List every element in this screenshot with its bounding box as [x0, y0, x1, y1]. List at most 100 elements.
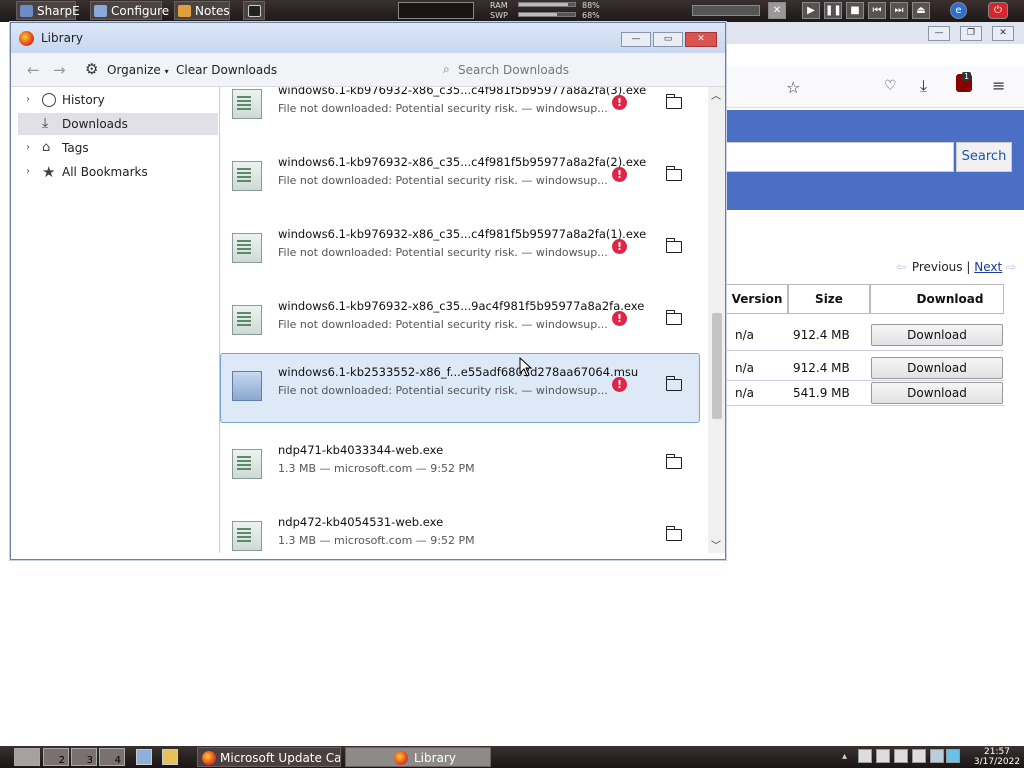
- clear-downloads-button[interactable]: Clear Downloads: [176, 63, 277, 77]
- security-warning-icon: !: [612, 239, 627, 254]
- clock-time: 21:57: [984, 747, 1010, 757]
- launcher-notes[interactable]: Notes: [174, 1, 230, 20]
- pager-next[interactable]: Next: [974, 260, 1002, 274]
- pager: ⇦ Previous | Next ⇨: [896, 260, 1018, 274]
- mouse-cursor-icon: [519, 357, 533, 377]
- network-icon[interactable]: [894, 749, 908, 763]
- sidebar-item-history[interactable]: › History: [18, 89, 218, 111]
- launcher-sharpe[interactable]: SharpE: [16, 1, 80, 20]
- row2-download-button[interactable]: Download: [871, 357, 1003, 379]
- security-tray-icon[interactable]: [946, 749, 960, 763]
- notes-tray-icon[interactable]: [876, 749, 890, 763]
- ram-meter-fill: [519, 3, 569, 6]
- sidebar-item-tags[interactable]: › ⌂ Tags: [18, 137, 218, 159]
- browser-launch-icon[interactable]: e: [950, 2, 967, 19]
- workspace-2[interactable]: 2: [43, 748, 69, 766]
- download-item[interactable]: windows6.1-kb976932-x86_c35...c4f981f5b9…: [220, 143, 700, 213]
- taskbar-window-library[interactable]: Library: [345, 747, 491, 767]
- update-icon[interactable]: [930, 749, 944, 763]
- pause-icon[interactable]: ❚❚: [824, 2, 842, 19]
- terminal-launcher[interactable]: [243, 1, 265, 20]
- folder-icon[interactable]: [665, 526, 682, 541]
- firefox-icon: [19, 31, 34, 46]
- folder-icon[interactable]: [665, 454, 682, 469]
- mute-icon[interactable]: ✕: [768, 2, 786, 19]
- catalog-search-input[interactable]: [726, 142, 954, 172]
- folder-icon[interactable]: [665, 94, 682, 109]
- power-icon[interactable]: ⏻: [988, 2, 1008, 19]
- workspace-1[interactable]: [14, 748, 40, 766]
- clock[interactable]: 21:57 3/17/2022: [972, 747, 1022, 767]
- exe-file-icon: [232, 305, 262, 335]
- sharpe-icon: [20, 5, 33, 17]
- menu-icon[interactable]: ≡: [992, 76, 1005, 95]
- download-item-selected[interactable]: windows6.1-kb2533552-x86_f...e55adf6803d…: [220, 353, 700, 423]
- row-divider: [726, 380, 1004, 381]
- workspace-3[interactable]: 3: [71, 748, 97, 766]
- scroll-down-icon[interactable]: ﹀: [711, 537, 721, 552]
- forward-arrow-icon[interactable]: →: [53, 61, 66, 79]
- row1-download-button[interactable]: Download: [871, 324, 1003, 346]
- taskbar: 2 3 4 Microsoft Update Cat... Library ▴ …: [0, 746, 1024, 768]
- search-downloads-input[interactable]: ⌕ Search Downloads: [435, 57, 715, 83]
- pager-previous[interactable]: Previous: [912, 260, 963, 274]
- minimize-button[interactable]: —: [621, 32, 651, 47]
- scroll-up-icon[interactable]: ︿: [711, 87, 721, 102]
- bg-minimize-button[interactable]: —: [928, 26, 950, 41]
- taskbar-window-update-catalog[interactable]: Microsoft Update Cat...: [197, 747, 341, 767]
- col-download: Download: [870, 284, 1004, 314]
- scrollbar-thumb[interactable]: [712, 313, 722, 419]
- maximize-button[interactable]: ▭: [653, 32, 683, 47]
- download-item[interactable]: windows6.1-kb976932-x86_c35...c4f981f5b9…: [220, 215, 700, 285]
- row3-download-button[interactable]: Download: [871, 382, 1003, 404]
- folder-icon[interactable]: [665, 376, 682, 391]
- expand-arrow-icon[interactable]: ›: [26, 89, 30, 111]
- volume-icon[interactable]: [912, 749, 926, 763]
- security-warning-icon: !: [612, 377, 627, 392]
- row1-version: n/a: [735, 328, 755, 342]
- expand-arrow-icon[interactable]: ›: [26, 161, 30, 183]
- ram-percent: 88%: [582, 1, 600, 10]
- stop-icon[interactable]: ■: [846, 2, 864, 19]
- col-version[interactable]: Version: [726, 284, 788, 314]
- volume-bar[interactable]: [692, 5, 760, 16]
- gear-icon: ⚙: [85, 60, 99, 78]
- swp-percent: 68%: [582, 11, 600, 20]
- download-item[interactable]: ndp471-kb4033344-web.exe 1.3 MB — micros…: [220, 431, 700, 501]
- folder-launch-icon[interactable]: [162, 749, 178, 765]
- search-icon: ⌕: [443, 62, 450, 76]
- previous-icon[interactable]: ⏮: [868, 2, 886, 19]
- task-input[interactable]: [398, 2, 474, 19]
- quicklaunch-icon[interactable]: [136, 749, 152, 765]
- bg-close-button[interactable]: ✕: [992, 26, 1014, 41]
- tray-arrow-icon[interactable]: ▴: [842, 751, 847, 762]
- eject-icon[interactable]: ⏏: [912, 2, 930, 19]
- row-divider: [726, 405, 1004, 406]
- library-title-bar[interactable]: Library — ▭ ✕: [11, 23, 725, 53]
- workspace-4[interactable]: 4: [99, 748, 125, 766]
- catalog-search-button[interactable]: Search: [956, 142, 1012, 172]
- expand-arrow-icon[interactable]: ›: [26, 137, 30, 159]
- folder-icon[interactable]: [665, 166, 682, 181]
- sidebar-item-downloads[interactable]: ⤓ Downloads: [18, 113, 218, 135]
- pocket-icon[interactable]: ♡: [884, 78, 897, 94]
- organize-button[interactable]: Organize ▾: [107, 63, 169, 77]
- sidebar-item-all-bookmarks[interactable]: › ★ All Bookmarks: [18, 161, 218, 183]
- launcher-configure[interactable]: Configure: [90, 1, 169, 20]
- download-item[interactable]: ndp472-kb4054531-web.exe 1.3 MB — micros…: [220, 503, 700, 553]
- folder-icon[interactable]: [665, 238, 682, 253]
- next-icon[interactable]: ⏭: [890, 2, 908, 19]
- bookmark-star-icon[interactable]: ☆: [786, 78, 800, 97]
- close-button[interactable]: ✕: [685, 32, 717, 47]
- download-item[interactable]: windows6.1-kb976932-x86_c35...c4f981f5b9…: [220, 87, 700, 141]
- folder-icon[interactable]: [665, 310, 682, 325]
- play-icon[interactable]: ▶: [802, 2, 820, 19]
- library-window: Library — ▭ ✕ ← → ⚙ Organize ▾ Clear Dow…: [10, 22, 726, 560]
- col-size[interactable]: Size: [788, 284, 870, 314]
- downloads-toolbar-icon[interactable]: ⤓: [920, 76, 927, 96]
- flag-icon[interactable]: [858, 749, 872, 763]
- bg-restore-button[interactable]: ❐: [960, 26, 982, 41]
- download-item[interactable]: windows6.1-kb976932-x86_c35...9ac4f981f5…: [220, 287, 700, 357]
- row3-size: 541.9 MB: [793, 386, 850, 400]
- back-arrow-icon[interactable]: ←: [27, 61, 40, 79]
